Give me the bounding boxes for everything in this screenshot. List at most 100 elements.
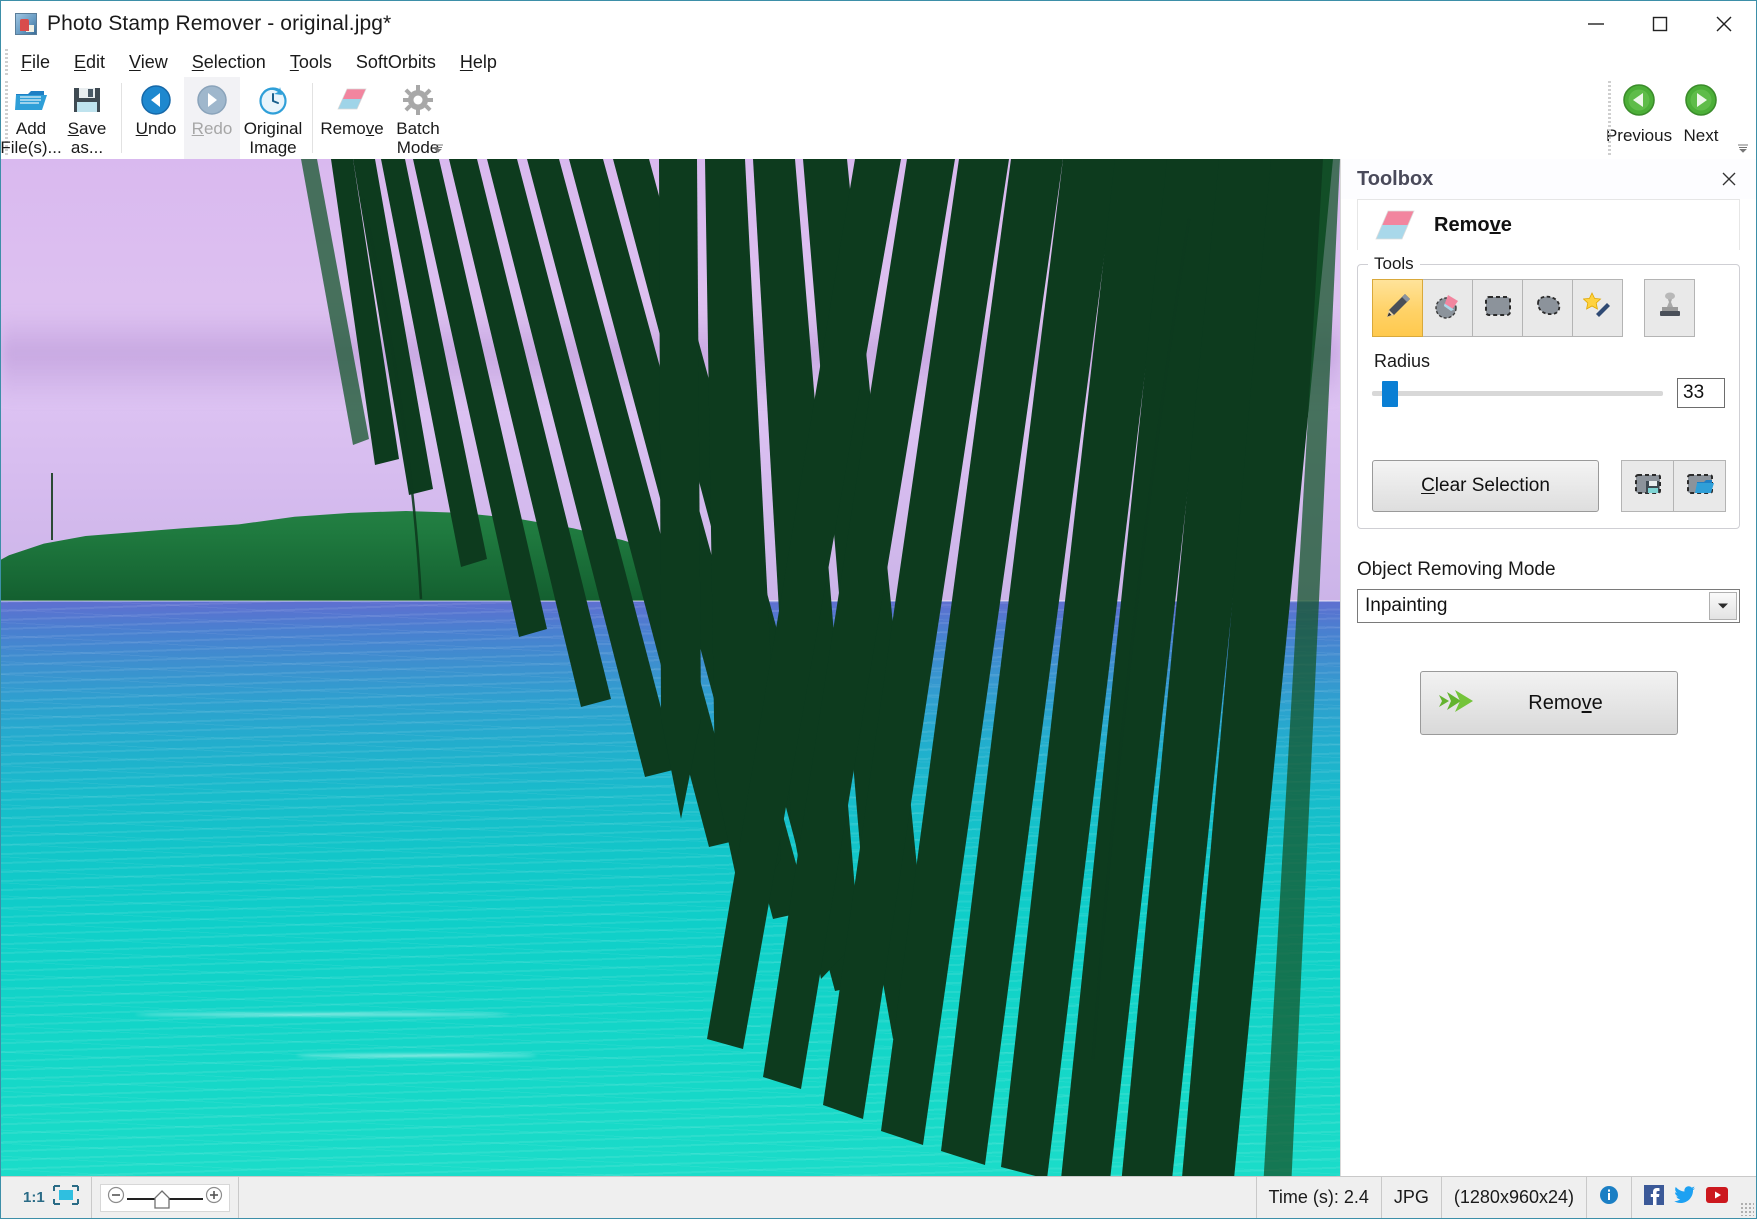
pencil-icon bbox=[1383, 291, 1413, 326]
menu-edit[interactable]: Edit bbox=[62, 50, 117, 75]
floppy-save-icon bbox=[72, 81, 102, 119]
toolbar-separator-2 bbox=[312, 83, 313, 153]
minus-icon[interactable] bbox=[107, 1186, 125, 1209]
remove-section-header: Remove bbox=[1357, 199, 1740, 250]
original-image-label: Original Image bbox=[243, 119, 303, 157]
window-resize-grip[interactable] bbox=[1740, 1202, 1754, 1216]
format-cell: JPG bbox=[1382, 1177, 1442, 1218]
image-canvas[interactable] bbox=[1, 159, 1340, 1176]
fit-image-icon[interactable] bbox=[52, 1185, 79, 1210]
radius-slider-thumb[interactable] bbox=[1382, 381, 1399, 407]
eraser-icon bbox=[335, 81, 369, 119]
previous-arrow-icon bbox=[1622, 83, 1656, 122]
twitter-icon[interactable] bbox=[1674, 1185, 1696, 1210]
rectangle-select-tool-button[interactable] bbox=[1472, 279, 1523, 337]
info-icon[interactable] bbox=[1599, 1185, 1619, 1210]
save-as-label: Save as... bbox=[67, 119, 107, 157]
zoom-slider-cell bbox=[92, 1177, 239, 1218]
original-image-button[interactable]: Original Image bbox=[240, 77, 306, 159]
object-removing-mode-select[interactable]: Inpainting bbox=[1357, 589, 1740, 623]
remove-action-button[interactable]: Remove bbox=[1419, 671, 1678, 735]
menu-bar: File Edit View Selection Tools SoftOrbit… bbox=[1, 47, 1756, 77]
menu-view[interactable]: View bbox=[117, 50, 180, 75]
clear-selection-button[interactable]: Clear Selection bbox=[1372, 460, 1599, 512]
toolbar-overflow-icon[interactable] bbox=[1736, 141, 1750, 155]
redo-arrow-icon bbox=[196, 81, 228, 119]
add-files-button[interactable]: Add File(s)... bbox=[0, 77, 62, 159]
tools-legend: Tools bbox=[1368, 254, 1420, 274]
maximize-button[interactable] bbox=[1628, 1, 1692, 47]
dimensions-cell: (1280x960x24) bbox=[1442, 1177, 1587, 1218]
stamp-tool-button[interactable] bbox=[1644, 279, 1695, 337]
chevron-down-icon[interactable] bbox=[431, 141, 445, 155]
chevron-down-icon[interactable] bbox=[1709, 592, 1737, 620]
radius-label: Radius bbox=[1374, 351, 1431, 371]
toolbar-group-history: Undo Redo Original Image bbox=[126, 77, 308, 159]
social-links bbox=[1632, 1177, 1740, 1218]
object-removing-mode-label: Object Removing Mode bbox=[1357, 559, 1556, 580]
previous-button[interactable]: Previous bbox=[1606, 77, 1672, 159]
toolbox-title: Toolbox bbox=[1357, 167, 1434, 190]
toolbar-group-navigation: Previous Next bbox=[1606, 77, 1756, 159]
youtube-icon[interactable] bbox=[1706, 1185, 1728, 1210]
eraser-select-tool-button[interactable] bbox=[1422, 279, 1473, 337]
menu-softorbits[interactable]: SoftOrbits bbox=[344, 50, 448, 75]
status-spacer bbox=[239, 1177, 1257, 1218]
menu-file[interactable]: File bbox=[9, 50, 62, 75]
radius-slider[interactable] bbox=[1372, 379, 1663, 407]
undo-button[interactable]: Undo bbox=[128, 77, 184, 159]
redo-button[interactable]: Redo bbox=[184, 77, 240, 159]
toolbar-group-actions: Remove Batch Mode bbox=[317, 77, 453, 159]
menu-selection[interactable]: Selection bbox=[180, 50, 278, 75]
menu-help[interactable]: Help bbox=[448, 50, 509, 75]
zoom-ratio-label: 1:1 bbox=[23, 1189, 45, 1206]
menu-edit-rest: dit bbox=[86, 51, 106, 72]
save-as-button[interactable]: Save as... bbox=[59, 77, 115, 159]
tools-group: Tools Radius 33 C lear Selection bbox=[1357, 254, 1740, 529]
close-button[interactable] bbox=[1692, 1, 1756, 47]
clock-history-icon bbox=[257, 81, 289, 119]
pencil-tool-button[interactable] bbox=[1372, 279, 1423, 337]
zoom-ratio-cell[interactable]: 1:1 bbox=[1, 1177, 92, 1218]
batch-mode-button[interactable]: Batch Mode bbox=[385, 77, 451, 159]
remove-section-title: Remove bbox=[1434, 213, 1512, 236]
load-selection-button[interactable] bbox=[1673, 460, 1726, 512]
magic-wand-tool-button[interactable] bbox=[1572, 279, 1623, 337]
minimize-button[interactable] bbox=[1564, 1, 1628, 47]
zoom-slider[interactable] bbox=[99, 1183, 230, 1214]
lasso-tool-button[interactable] bbox=[1522, 279, 1573, 337]
menu-file-rest: ile bbox=[32, 51, 51, 72]
home-marker-icon[interactable] bbox=[153, 1189, 171, 1214]
menu-tools-rest: ools bbox=[298, 51, 332, 72]
facebook-icon[interactable] bbox=[1644, 1185, 1664, 1210]
cloud-band bbox=[1, 311, 1340, 404]
info-cell[interactable] bbox=[1587, 1177, 1632, 1218]
selection-actions-row: Clear Selection bbox=[1372, 460, 1726, 512]
toolbox-panel: Toolbox Remove Tools Radius 33 C lear Se… bbox=[1340, 159, 1756, 1176]
menu-tools[interactable]: Tools bbox=[278, 50, 344, 75]
horizon-line bbox=[1, 600, 1340, 603]
next-button[interactable]: Next bbox=[1670, 77, 1732, 159]
toolbox-close-button[interactable] bbox=[1716, 166, 1742, 192]
gear-icon bbox=[402, 81, 434, 119]
radius-value-input[interactable]: 33 bbox=[1677, 378, 1725, 408]
toolbox-body: Remove Tools Radius 33 C lear Selection … bbox=[1341, 199, 1756, 1176]
sea-ripples bbox=[1, 601, 1340, 1176]
next-arrow-icon bbox=[1684, 83, 1718, 122]
add-files-label: Add File(s)... bbox=[0, 119, 62, 157]
remove-toolbar-button[interactable]: Remove bbox=[319, 77, 385, 159]
undo-label: Undo bbox=[135, 119, 177, 138]
plus-icon[interactable] bbox=[205, 1186, 223, 1209]
toolbar-separator-1 bbox=[121, 83, 122, 153]
load-selection-icon bbox=[1685, 471, 1715, 502]
stamp-icon bbox=[1655, 291, 1685, 326]
island-mast bbox=[50, 473, 53, 541]
toolbar-group-file: Add File(s)... Save as... bbox=[0, 77, 117, 159]
remove-action-label: Remove bbox=[1528, 691, 1603, 714]
main-toolbar: Add File(s)... Save as... Undo Redo Orig… bbox=[0, 77, 1756, 159]
save-selection-button[interactable] bbox=[1621, 460, 1674, 512]
app-photo-icon bbox=[15, 13, 37, 35]
next-label: Next bbox=[1683, 126, 1719, 145]
radius-slider-row: 33 bbox=[1372, 378, 1725, 408]
toolbox-header: Toolbox bbox=[1341, 159, 1756, 199]
